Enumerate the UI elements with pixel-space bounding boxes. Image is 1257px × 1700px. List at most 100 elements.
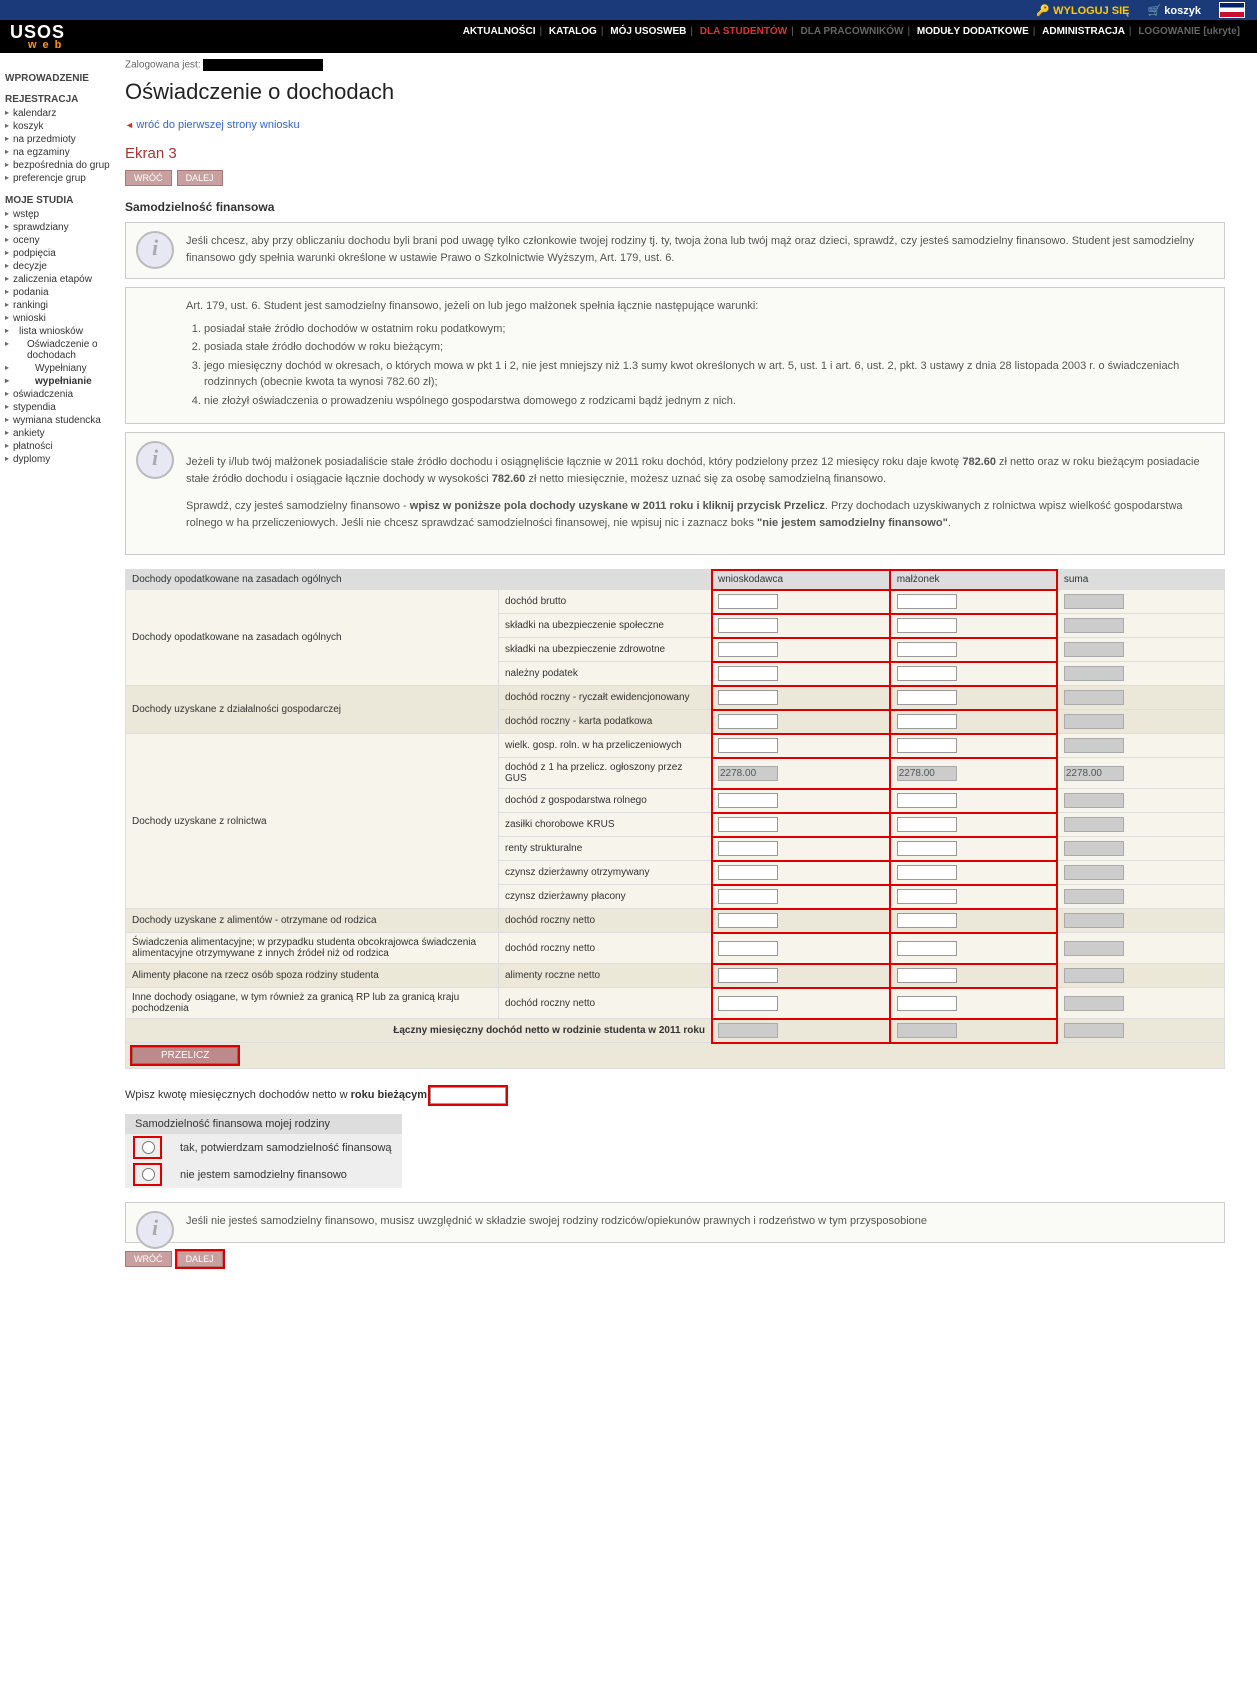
income-input[interactable] <box>718 594 778 609</box>
wroc-button-bottom[interactable]: WRÓĆ <box>125 1251 172 1267</box>
nav-aktualnosci[interactable]: AKTUALNOŚCI <box>463 26 536 37</box>
side-kalendarz[interactable]: kalendarz <box>5 107 110 120</box>
income-input[interactable] <box>718 841 778 856</box>
income-input[interactable] <box>718 666 778 681</box>
income-input[interactable] <box>718 642 778 657</box>
radio-tak[interactable] <box>142 1141 155 1154</box>
side-sprawdziany[interactable]: sprawdziany <box>5 221 110 234</box>
side-decyzje[interactable]: decyzje <box>5 260 110 273</box>
row-label: czynsz dzierżawny otrzymywany <box>499 861 712 885</box>
side-wstep[interactable]: wstęp <box>5 208 110 221</box>
dalej-button-bottom[interactable]: DALEJ <box>177 1251 223 1267</box>
income-input <box>1064 889 1124 904</box>
income-input[interactable] <box>897 666 957 681</box>
sidebar: WPROWADZENIE REJESTRACJA kalendarz koszy… <box>0 53 115 1297</box>
income-input[interactable] <box>897 817 957 832</box>
side-na-przedmioty[interactable]: na przedmioty <box>5 133 110 146</box>
income-input[interactable] <box>897 889 957 904</box>
th-suma: suma <box>1057 570 1224 590</box>
back-to-first-page-link[interactable]: wróć do pierwszej strony wniosku <box>125 119 300 131</box>
side-wnioski[interactable]: wnioski <box>5 312 110 325</box>
row-label: składki na ubezpieczenie zdrowotne <box>499 638 712 662</box>
income-input[interactable] <box>897 642 957 657</box>
side-zaliczenia[interactable]: zaliczenia etapów <box>5 273 110 286</box>
side-ankiety[interactable]: ankiety <box>5 427 110 440</box>
row-label: dochód roczny netto <box>499 909 712 933</box>
side-dyplomy[interactable]: dyplomy <box>5 453 110 466</box>
income-input[interactable] <box>718 690 778 705</box>
income-input[interactable] <box>897 865 957 880</box>
income-input[interactable] <box>897 714 957 729</box>
side-rankingi[interactable]: rankingi <box>5 299 110 312</box>
income-input[interactable] <box>897 618 957 633</box>
wroc-button-top[interactable]: WRÓĆ <box>125 170 172 186</box>
side-oceny[interactable]: oceny <box>5 234 110 247</box>
nav-logowanie[interactable]: LOGOWANIE [ukryte] <box>1138 26 1240 37</box>
dalej-button-top[interactable]: DALEJ <box>177 170 223 186</box>
side-lista-wnioskow[interactable]: lista wniosków <box>5 325 110 338</box>
nav-dla-studentow[interactable]: DLA STUDENTÓW <box>700 26 787 37</box>
nav-administracja[interactable]: ADMINISTRACJA <box>1042 26 1125 37</box>
side-podpiecia[interactable]: podpięcia <box>5 247 110 260</box>
income-input[interactable] <box>718 913 778 928</box>
income-input[interactable] <box>897 913 957 928</box>
side-podania[interactable]: podania <box>5 286 110 299</box>
nav-dla-pracownikow[interactable]: DLA PRACOWNIKÓW <box>801 26 904 37</box>
income-input[interactable] <box>897 690 957 705</box>
nav-katalog[interactable]: KATALOG <box>549 26 597 37</box>
income-input <box>718 766 778 781</box>
side-wypelnianie[interactable]: wypełnianie <box>5 375 110 388</box>
logout-link[interactable]: 🔑 WYLOGUJ SIĘ <box>1036 4 1129 17</box>
current-year-income-input[interactable] <box>430 1087 506 1104</box>
row-label: dochód z gospodarstwa rolnego <box>499 789 712 813</box>
income-input <box>1064 618 1124 633</box>
income-input[interactable] <box>897 841 957 856</box>
side-na-egzaminy[interactable]: na egzaminy <box>5 146 110 159</box>
nav-moj-usosweb[interactable]: MÓJ USOSWEB <box>610 26 686 37</box>
income-input[interactable] <box>897 594 957 609</box>
przelicz-button[interactable]: PRZELICZ <box>132 1047 238 1064</box>
income-input[interactable] <box>718 817 778 832</box>
row-label: zasiłki chorobowe KRUS <box>499 813 712 837</box>
income-input[interactable] <box>718 738 778 753</box>
nav-moduly[interactable]: MODUŁY DODATKOWE <box>917 26 1029 37</box>
side-oswiadczenia[interactable]: oświadczenia <box>5 388 110 401</box>
side-preferencje[interactable]: preferencje grup <box>5 172 110 185</box>
side-h-moje-studia: MOJE STUDIA <box>5 195 110 206</box>
side-oswiadczenie[interactable]: Oświadczenie o dochodach <box>5 338 110 362</box>
opt-nie-label: nie jestem samodzielny finansowo <box>170 1161 402 1188</box>
side-platnosci[interactable]: płatności <box>5 440 110 453</box>
group-label: Alimenty płacone na rzecz osób spoza rod… <box>126 964 499 988</box>
income-input[interactable] <box>897 941 957 956</box>
income-input <box>1064 666 1124 681</box>
income-input[interactable] <box>897 793 957 808</box>
side-wypelniany[interactable]: Wypełniany <box>5 362 110 375</box>
group-label: Dochody uzyskane z rolnictwa <box>126 734 499 909</box>
cart-link[interactable]: 🛒 koszyk <box>1148 4 1201 17</box>
income-input[interactable] <box>897 996 957 1011</box>
side-koszyk[interactable]: koszyk <box>5 120 110 133</box>
side-wymiana[interactable]: wymiana studencka <box>5 414 110 427</box>
side-h-wprowadzenie: WPROWADZENIE <box>5 73 110 84</box>
income-input[interactable] <box>897 738 957 753</box>
income-input[interactable] <box>718 793 778 808</box>
row-label: wielk. gosp. roln. w ha przeliczeniowych <box>499 734 712 758</box>
income-input[interactable] <box>897 968 957 983</box>
section-samodzielnosc: Samodzielność finansowa <box>125 200 1225 214</box>
side-stypendia[interactable]: stypendia <box>5 401 110 414</box>
income-input[interactable] <box>718 996 778 1011</box>
income-input[interactable] <box>718 968 778 983</box>
logged-in-as: Zalogowana jest: <box>125 59 1225 71</box>
side-bezposrednia[interactable]: bezpośrednia do grup <box>5 159 110 172</box>
row-label: dochód brutto <box>499 590 712 614</box>
income-input[interactable] <box>718 865 778 880</box>
income-input[interactable] <box>718 618 778 633</box>
flag-uk-icon[interactable] <box>1219 2 1245 18</box>
income-input <box>1064 941 1124 956</box>
radio-nie[interactable] <box>142 1168 155 1181</box>
income-input <box>1064 996 1124 1011</box>
income-input[interactable] <box>718 714 778 729</box>
income-input[interactable] <box>718 889 778 904</box>
row-label: dochód roczny netto <box>499 933 712 964</box>
income-input[interactable] <box>718 941 778 956</box>
